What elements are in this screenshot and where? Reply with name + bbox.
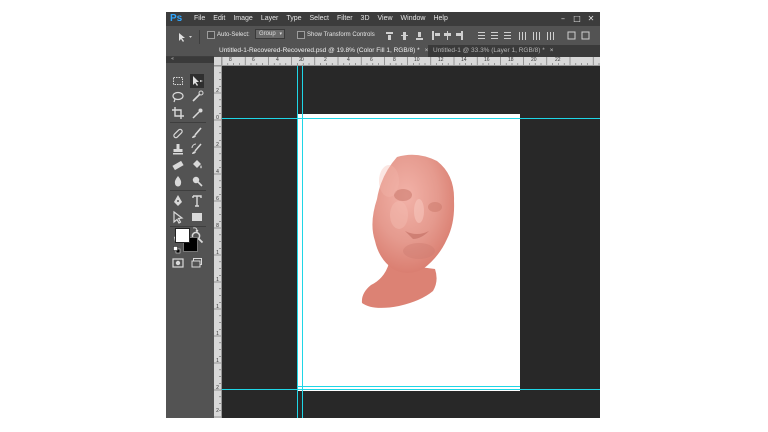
maximize-button[interactable]: □ bbox=[570, 12, 584, 26]
tab-title: Untitled-1-Recovered-Recovered.psd @ 19.… bbox=[219, 47, 420, 54]
quick-mask-tool-icon[interactable] bbox=[171, 256, 185, 270]
ruler-label: 16 bbox=[484, 57, 490, 63]
pen-tool-icon[interactable] bbox=[171, 194, 185, 208]
window-controls: – □ ✕ bbox=[556, 12, 598, 26]
ruler-label: 4 bbox=[276, 57, 279, 63]
ruler-label: 8 bbox=[393, 57, 396, 63]
close-window-button[interactable]: ✕ bbox=[584, 12, 598, 26]
ruler-label: 4 bbox=[216, 169, 219, 175]
clone-stamp-tool-icon[interactable] bbox=[171, 142, 185, 156]
minimize-button[interactable]: – bbox=[556, 12, 570, 26]
quick-selection-tool-icon[interactable] bbox=[190, 90, 204, 104]
ruler-label: 6 bbox=[216, 196, 219, 202]
menu-layer[interactable]: Layer bbox=[257, 12, 283, 26]
ruler-label: 14 bbox=[461, 57, 467, 63]
guide-horizontal[interactable] bbox=[222, 389, 600, 390]
move-tool-preset-icon[interactable] bbox=[178, 32, 194, 42]
toolbar-divider bbox=[170, 122, 206, 123]
show-transform-label: Show Transform Controls bbox=[307, 32, 375, 38]
ruler-label: 0 bbox=[301, 57, 304, 63]
ruler-label: 6 bbox=[370, 57, 373, 63]
ruler-label: 8 bbox=[216, 223, 219, 229]
menu-view[interactable]: View bbox=[374, 12, 397, 26]
menu-select[interactable]: Select bbox=[306, 12, 333, 26]
ruler-label: 0 bbox=[216, 115, 219, 121]
menu-file[interactable]: File bbox=[190, 12, 209, 26]
brush-tool-icon[interactable] bbox=[190, 126, 204, 140]
blur-tool-icon[interactable] bbox=[171, 174, 185, 188]
chevron-down-icon: ▾ bbox=[279, 31, 282, 37]
ruler-label: 20 bbox=[531, 57, 537, 63]
rectangle-tool-icon[interactable] bbox=[190, 210, 204, 224]
menu-image[interactable]: Image bbox=[229, 12, 256, 26]
tools-panel bbox=[166, 63, 215, 418]
auto-select-label: Auto-Select: bbox=[217, 32, 250, 38]
ruler-label: 12 bbox=[438, 57, 444, 63]
auto-select-dropdown[interactable]: Group ▾ bbox=[255, 29, 285, 39]
horizontal-ruler[interactable]: 8 6 4 2 0 2 4 6 8 10 12 14 16 18 20 22 bbox=[222, 57, 600, 66]
tab-inactive-document[interactable]: Untitled-1 @ 33.3% (Layer 1, RGB/8) * × bbox=[428, 45, 578, 57]
path-selection-tool-icon[interactable] bbox=[171, 210, 185, 224]
crop-tool-icon[interactable] bbox=[171, 106, 185, 120]
default-colors-icon[interactable] bbox=[173, 246, 181, 254]
toolbar-divider bbox=[170, 226, 206, 227]
guide-horizontal[interactable] bbox=[222, 118, 600, 119]
ruler-label: 2 bbox=[216, 408, 219, 414]
history-brush-tool-icon[interactable] bbox=[190, 142, 204, 156]
menu-items: File Edit Image Layer Type Select Filter… bbox=[190, 12, 452, 26]
tab-active-document[interactable]: Untitled-1-Recovered-Recovered.psd @ 19.… bbox=[214, 45, 428, 57]
options-divider bbox=[199, 30, 200, 44]
swap-colors-icon[interactable] bbox=[192, 226, 199, 233]
ruler-label: 18 bbox=[508, 57, 514, 63]
face-illustration[interactable] bbox=[359, 153, 461, 316]
ruler-label: 22 bbox=[555, 57, 561, 63]
auto-select-value: Group bbox=[259, 31, 276, 37]
ruler-label: 1 bbox=[216, 277, 219, 283]
type-tool-icon[interactable] bbox=[190, 194, 204, 208]
vertical-ruler[interactable]: 2 0 2 4 6 8 1 1 1 1 1 2 2 bbox=[214, 66, 222, 418]
eyedropper-tool-icon[interactable] bbox=[190, 106, 204, 120]
dodge-tool-icon[interactable] bbox=[190, 174, 204, 188]
ruler-label: 4 bbox=[347, 57, 350, 63]
auto-select-checkbox[interactable] bbox=[207, 31, 215, 39]
ruler-label: 1 bbox=[216, 358, 219, 364]
ruler-label: 2 bbox=[216, 142, 219, 148]
guide-horizontal[interactable] bbox=[297, 386, 520, 387]
ruler-label: 2 bbox=[216, 88, 219, 94]
menu-window[interactable]: Window bbox=[397, 12, 430, 26]
menu-filter[interactable]: Filter bbox=[333, 12, 357, 26]
eraser-tool-icon[interactable] bbox=[171, 158, 185, 172]
ruler-label: 6 bbox=[252, 57, 255, 63]
show-transform-checkbox[interactable] bbox=[297, 31, 305, 39]
ruler-label: 8 bbox=[229, 57, 232, 63]
menu-3d[interactable]: 3D bbox=[357, 12, 374, 26]
menu-edit[interactable]: Edit bbox=[209, 12, 229, 26]
menu-type[interactable]: Type bbox=[282, 12, 305, 26]
marquee-tool-icon[interactable] bbox=[171, 74, 185, 88]
menu-help[interactable]: Help bbox=[429, 12, 451, 26]
photoshop-window: Ps File Edit Image Layer Type Select Fil… bbox=[166, 12, 600, 418]
align-distribute-icons[interactable] bbox=[386, 31, 596, 41]
foreground-color-swatch[interactable] bbox=[175, 228, 190, 243]
ruler-label: 1 bbox=[216, 331, 219, 337]
healing-brush-tool-icon[interactable] bbox=[171, 126, 185, 140]
ruler-label: 1 bbox=[216, 304, 219, 310]
lasso-tool-icon[interactable] bbox=[171, 90, 185, 104]
ruler-label: 10 bbox=[414, 57, 420, 63]
screen-mode-tool-icon[interactable] bbox=[190, 256, 204, 270]
document-tabs: Untitled-1-Recovered-Recovered.psd @ 19.… bbox=[214, 45, 600, 57]
ruler-label: 2 bbox=[324, 57, 327, 63]
tab-title: Untitled-1 @ 33.3% (Layer 1, RGB/8) * bbox=[433, 47, 545, 54]
move-tool-icon[interactable] bbox=[190, 74, 204, 88]
ruler-label: 2 bbox=[216, 385, 219, 391]
ruler-label: 1 bbox=[216, 250, 219, 256]
paint-bucket-tool-icon[interactable] bbox=[190, 158, 204, 172]
photoshop-logo: Ps bbox=[170, 13, 183, 24]
ruler-origin[interactable] bbox=[214, 57, 222, 66]
menu-bar: Ps File Edit Image Layer Type Select Fil… bbox=[166, 12, 600, 26]
toolbar-divider bbox=[170, 190, 206, 191]
collapse-arrows-icon[interactable]: « bbox=[171, 56, 174, 62]
close-icon[interactable]: × bbox=[550, 47, 554, 54]
